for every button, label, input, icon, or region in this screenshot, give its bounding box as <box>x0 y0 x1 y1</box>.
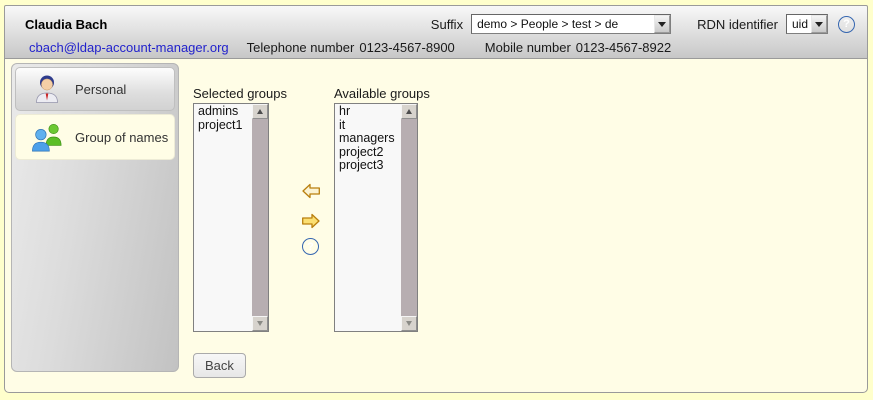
scroll-down-button[interactable] <box>252 316 268 331</box>
list-item[interactable]: project3 <box>335 159 400 173</box>
move-right-button[interactable] <box>301 213 321 229</box>
list-item[interactable]: project2 <box>335 146 400 160</box>
chevron-down-icon[interactable] <box>654 15 670 33</box>
main-container: Claudia Bach Suffix demo > People > test… <box>4 5 868 393</box>
person-icon <box>31 73 63 105</box>
rdn-select-value: uid <box>787 17 811 31</box>
sidebar-tab-label: Personal <box>75 82 126 97</box>
available-groups-items: hr it managers project2 project3 <box>335 105 400 173</box>
two-people-icon <box>31 121 63 153</box>
chevron-down-icon[interactable] <box>811 15 827 33</box>
suffix-select[interactable]: demo > People > test > de <box>471 14 671 34</box>
list-item[interactable]: project1 <box>194 119 251 133</box>
list-item[interactable]: managers <box>335 132 400 146</box>
header-row-1: Claudia Bach Suffix demo > People > test… <box>25 13 855 35</box>
page: Claudia Bach Suffix demo > People > test… <box>0 0 873 400</box>
list-item[interactable]: hr <box>335 105 400 119</box>
scroll-up-button[interactable] <box>401 104 417 119</box>
list-item[interactable]: admins <box>194 105 251 119</box>
back-button[interactable]: Back <box>193 353 246 378</box>
arrow-right-icon <box>301 213 321 229</box>
page-title-user-name: Claudia Bach <box>25 17 107 32</box>
available-groups-label: Available groups <box>334 86 430 101</box>
scroll-up-button[interactable] <box>252 104 268 119</box>
telephone-field: Telephone number 0123-4567-8900 <box>247 40 455 55</box>
rdn-identifier-label: RDN identifier <box>697 17 778 32</box>
telephone-label: Telephone number <box>247 40 355 55</box>
help-icon[interactable]: ? <box>838 16 855 33</box>
mobile-value: 0123-4567-8922 <box>576 40 671 55</box>
mobile-field: Mobile number 0123-4567-8922 <box>485 40 671 55</box>
available-groups-listbox[interactable]: hr it managers project2 project3 <box>334 103 418 332</box>
selected-groups-items: admins project1 <box>194 105 251 132</box>
mobile-label: Mobile number <box>485 40 571 55</box>
sidebar-tab-personal[interactable]: Personal <box>15 67 175 111</box>
list-item[interactable]: it <box>335 119 400 133</box>
rdn-identifier-select[interactable]: uid <box>786 14 828 34</box>
telephone-value: 0123-4567-8900 <box>359 40 454 55</box>
scroll-down-button[interactable] <box>401 316 417 331</box>
suffix-select-value: demo > People > test > de <box>472 17 654 31</box>
header-row-2: cbach@ldap-account-manager.org Telephone… <box>29 38 671 56</box>
move-left-button[interactable] <box>301 183 321 199</box>
selected-groups-listbox[interactable]: admins project1 <box>193 103 269 332</box>
header: Claudia Bach Suffix demo > People > test… <box>5 6 867 59</box>
scrollbar[interactable] <box>252 104 268 331</box>
help-icon[interactable]: ? <box>302 238 319 255</box>
sidebar-tab-label: Group of names <box>75 130 168 145</box>
email-link[interactable]: cbach@ldap-account-manager.org <box>29 40 229 55</box>
scrollbar[interactable] <box>401 104 417 331</box>
suffix-label: Suffix <box>431 17 463 32</box>
selected-groups-label: Selected groups <box>193 86 287 101</box>
sidebar: Personal Group of names <box>11 63 179 372</box>
arrow-left-icon <box>301 183 321 199</box>
sidebar-tab-group-of-names[interactable]: Group of names <box>15 114 175 160</box>
